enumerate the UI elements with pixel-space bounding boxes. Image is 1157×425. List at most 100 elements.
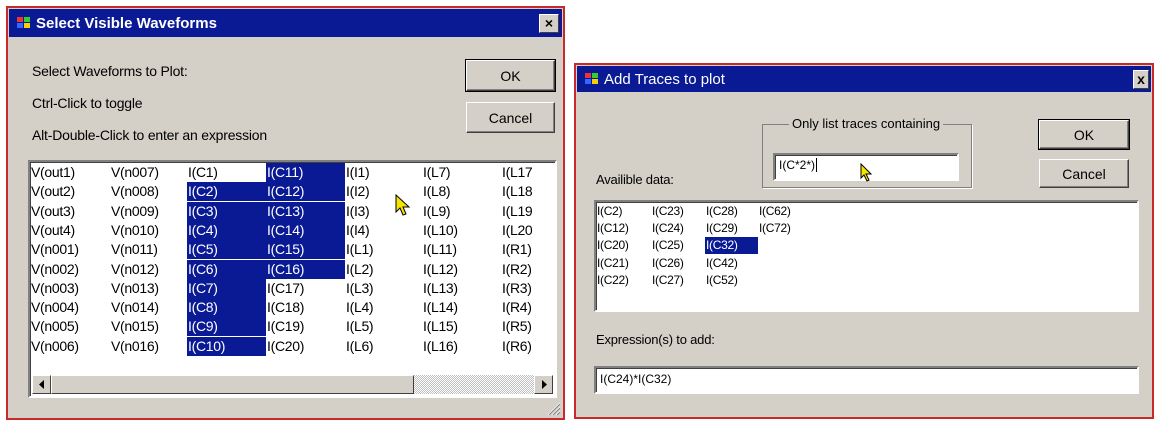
trace-list-item[interactable]: I(C2): [596, 203, 649, 220]
waveform-list-item[interactable]: V(n010): [110, 221, 187, 240]
waveform-list-item[interactable]: I(C2): [187, 182, 266, 202]
waveform-list-item[interactable]: I(L1): [345, 240, 422, 259]
waveform-list-item[interactable]: V(n003): [30, 279, 108, 298]
waveform-list-item[interactable]: I(L5): [345, 317, 422, 336]
trace-list-item[interactable]: I(C23): [651, 203, 704, 220]
waveform-list-item[interactable]: I(C18): [266, 298, 345, 317]
waveform-list-item[interactable]: I(C14): [266, 220, 345, 240]
expression-input[interactable]: I(C24)*I(C32): [594, 366, 1139, 394]
available-traces-list[interactable]: I(C2) I(C12) I(C20) I(C21) I(C22) I(C23) I(C24…: [594, 200, 1139, 312]
waveform-list-item[interactable]: I(C6): [187, 259, 266, 279]
waveform-list-item[interactable]: I(C5): [187, 240, 266, 260]
left-arrow-icon[interactable]: [32, 375, 51, 394]
waveform-list-item[interactable]: I(L16): [422, 337, 501, 356]
waveform-list-item[interactable]: I(C8): [187, 298, 266, 318]
waveform-list-item[interactable]: I(C7): [187, 278, 266, 298]
trace-list-item[interactable]: I(C26): [651, 255, 704, 272]
waveform-list-item[interactable]: I(C17): [266, 279, 345, 298]
waveform-list-item[interactable]: I(L18: [501, 182, 555, 201]
trace-list-item[interactable]: I(C25): [651, 237, 704, 254]
waveform-list-item[interactable]: I(L17: [501, 163, 555, 182]
waveform-list-item[interactable]: I(I1): [345, 163, 422, 182]
waveform-list-item[interactable]: I(L14): [422, 298, 501, 317]
waveform-list-item[interactable]: I(C3): [187, 201, 266, 221]
waveform-list-item[interactable]: I(L11): [422, 240, 501, 259]
trace-list-item[interactable]: I(C20): [596, 237, 649, 254]
waveform-list-item[interactable]: I(I4): [345, 221, 422, 240]
waveform-list-item[interactable]: I(C19): [266, 317, 345, 336]
scroll-thumb[interactable]: [51, 375, 414, 394]
waveform-list-item[interactable]: I(L15): [422, 317, 501, 336]
trace-list-item[interactable]: I(C72): [758, 220, 811, 237]
waveform-list-item[interactable]: I(L3): [345, 279, 422, 298]
waveform-list-item[interactable]: V(n012): [110, 260, 187, 279]
waveform-list-item[interactable]: V(out3): [30, 202, 108, 221]
trace-list-item[interactable]: I(C52): [705, 272, 758, 289]
waveform-list-item[interactable]: V(n014): [110, 298, 187, 317]
waveform-list-item[interactable]: I(L10): [422, 221, 501, 240]
waveform-list-item[interactable]: V(n006): [30, 337, 108, 356]
ok-button[interactable]: OK: [1038, 119, 1130, 150]
trace-list-item[interactable]: I(C32): [705, 237, 758, 255]
waveform-list-item[interactable]: I(L20: [501, 221, 555, 240]
trace-list-item[interactable]: I(C24): [651, 220, 704, 237]
waveform-list-item[interactable]: I(C11): [266, 163, 345, 182]
waveform-list-item[interactable]: I(L19: [501, 202, 555, 221]
waveform-list-item[interactable]: I(C9): [187, 317, 266, 337]
ok-button[interactable]: OK: [465, 59, 556, 92]
waveform-list-item[interactable]: I(C16): [266, 259, 345, 279]
waveform-list-item[interactable]: I(C20): [266, 337, 345, 356]
close-icon[interactable]: ×: [539, 13, 559, 33]
waveform-list-item[interactable]: V(n015): [110, 317, 187, 336]
trace-list-item[interactable]: I(C27): [651, 272, 704, 289]
waveform-list-item[interactable]: I(L8): [422, 182, 501, 201]
waveform-list-item[interactable]: I(C15): [266, 240, 345, 260]
waveform-list-item[interactable]: I(L13): [422, 279, 501, 298]
dialog1-titlebar[interactable]: Select Visible Waveforms ×: [9, 9, 562, 37]
waveform-list-item[interactable]: V(n005): [30, 317, 108, 336]
waveform-list-item[interactable]: I(R6): [501, 337, 555, 356]
waveform-list-item[interactable]: V(n002): [30, 260, 108, 279]
horizontal-scrollbar[interactable]: [32, 375, 553, 394]
waveform-list-item[interactable]: V(out4): [30, 221, 108, 240]
waveform-list-item[interactable]: I(R2): [501, 260, 555, 279]
waveform-list-item[interactable]: I(R1): [501, 240, 555, 259]
trace-list-item[interactable]: I(C21): [596, 255, 649, 272]
waveform-list-item[interactable]: V(n004): [30, 298, 108, 317]
waveform-list-item[interactable]: V(n011): [110, 240, 187, 259]
trace-list-item[interactable]: I(C22): [596, 272, 649, 289]
waveform-list-item[interactable]: I(L9): [422, 202, 501, 221]
waveform-list-item[interactable]: V(out2): [30, 182, 108, 201]
cancel-button[interactable]: Cancel: [1039, 159, 1129, 188]
waveform-list-item[interactable]: V(n008): [110, 182, 187, 201]
waveform-list-item[interactable]: V(n013): [110, 279, 187, 298]
trace-list-item[interactable]: I(C12): [596, 220, 649, 237]
waveform-list-item[interactable]: I(L2): [345, 260, 422, 279]
waveform-list-item[interactable]: I(C10): [187, 336, 266, 356]
waveform-list-item[interactable]: V(n009): [110, 202, 187, 221]
cancel-button[interactable]: Cancel: [466, 102, 555, 133]
waveform-list-item[interactable]: I(L7): [422, 163, 501, 182]
waveform-list-item[interactable]: I(C12): [266, 182, 345, 202]
waveform-list-item[interactable]: I(L4): [345, 298, 422, 317]
waveform-list-item[interactable]: V(out1): [30, 163, 108, 182]
right-arrow-icon[interactable]: [534, 375, 553, 394]
waveform-list-item[interactable]: I(C1): [187, 163, 266, 182]
trace-list-item[interactable]: I(C29): [705, 220, 758, 237]
trace-list-item[interactable]: I(C42): [705, 255, 758, 272]
waveform-list[interactable]: V(out1) V(out2) V(out3) V(out4) V(n001) V(n00…: [28, 160, 557, 398]
dialog2-titlebar[interactable]: Add Traces to plot x: [577, 66, 1151, 92]
waveform-list-item[interactable]: V(n007): [110, 163, 187, 182]
waveform-list-item[interactable]: V(n001): [30, 240, 108, 259]
scroll-track[interactable]: [414, 375, 534, 394]
waveform-list-item[interactable]: I(R5): [501, 317, 555, 336]
waveform-list-item[interactable]: I(C4): [187, 220, 266, 240]
close-icon[interactable]: x: [1133, 69, 1149, 89]
trace-list-item[interactable]: I(C28): [705, 203, 758, 220]
waveform-list-item[interactable]: I(L6): [345, 337, 422, 356]
waveform-list-item[interactable]: V(n016): [110, 337, 187, 356]
waveform-list-item[interactable]: I(R3): [501, 279, 555, 298]
size-grip-icon[interactable]: [547, 402, 561, 416]
trace-list-item[interactable]: I(C62): [758, 203, 811, 220]
waveform-list-item[interactable]: I(C13): [266, 201, 345, 221]
